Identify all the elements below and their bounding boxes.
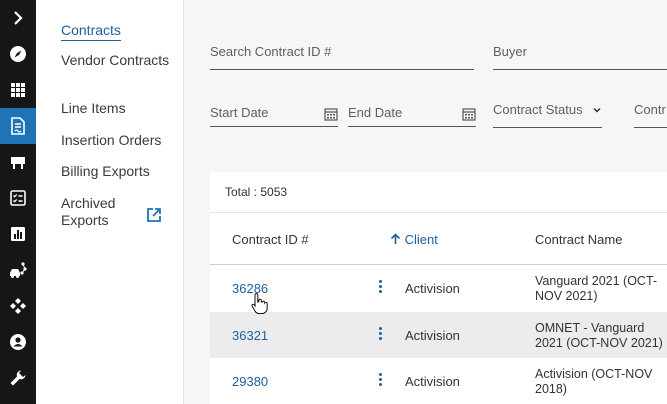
chevron-down-icon [593, 107, 601, 113]
rail-reports[interactable] [0, 216, 36, 252]
arrow-up-icon [390, 233, 401, 244]
hand-cursor-icon [251, 293, 268, 314]
rail-explore[interactable] [0, 36, 36, 72]
rail-tasks[interactable] [0, 180, 36, 216]
contract-name-cell: Activision (OCT-NOV 2018) [535, 367, 653, 396]
subnav-item-contracts[interactable]: Contracts [61, 22, 176, 41]
table-row[interactable]: 36321 Activision OMNET - Vanguard 2021 (… [210, 312, 667, 358]
compass-icon [10, 46, 26, 62]
end-date-input[interactable]: End Date [348, 105, 476, 127]
rail-contracts[interactable] [0, 108, 36, 144]
subnav-item-insertion-orders[interactable]: Insertion Orders [61, 132, 176, 149]
row-menu-icon[interactable] [375, 372, 385, 390]
subnav-item-billing-exports[interactable]: Billing Exports [61, 163, 176, 180]
rail-settings[interactable] [0, 360, 36, 396]
calendar-icon[interactable] [324, 107, 338, 121]
rail-integrations[interactable] [0, 288, 36, 324]
subnav-item-line-items[interactable]: Line Items [61, 100, 176, 117]
subnav-item-vendor-contracts[interactable]: Vendor Contracts [61, 52, 176, 69]
contract-name-cell: Vanguard 2021 (OCT-NOV 2021) [535, 274, 658, 303]
expand-nav-button[interactable] [0, 0, 36, 36]
contract-type-select[interactable]: Contr [634, 102, 667, 128]
wrench-icon [10, 370, 26, 386]
contracts-table: Total : 5053 Contract ID # Client Contra… [210, 172, 667, 404]
table-row[interactable]: 29380 Activision Activision (OCT-NOV 201… [210, 358, 667, 404]
rail-inventory[interactable] [0, 144, 36, 180]
rail-transit[interactable] [0, 252, 36, 288]
external-link-icon[interactable] [146, 207, 162, 223]
column-header-client[interactable]: Client [390, 232, 438, 247]
billboard-icon [11, 157, 25, 169]
client-cell: Activision [405, 281, 460, 296]
contract-status-select[interactable]: Contract Status [493, 102, 602, 128]
contracts-subnav: Contracts Vendor Contracts Line Items In… [36, 0, 184, 404]
diamond-arrows-icon [10, 298, 26, 314]
column-header-contract-id[interactable]: Contract ID # [232, 232, 309, 247]
buyer-input[interactable]: Buyer [493, 44, 667, 70]
table-row[interactable]: 36286 Activision Vanguard 2021 (OCT-NOV … [210, 265, 667, 311]
icon-rail [0, 0, 36, 404]
contract-name-cell: OMNET - Vanguard 2021 (OCT-NOV 2021) [535, 321, 663, 350]
car-network-icon [10, 262, 27, 278]
row-menu-icon[interactable] [375, 279, 385, 297]
rail-account[interactable] [0, 324, 36, 360]
contract-document-icon [11, 117, 25, 135]
grid-icon [11, 83, 25, 97]
calendar-icon[interactable] [462, 107, 476, 121]
divider [210, 212, 667, 213]
contract-id-link[interactable]: 29380 [232, 374, 268, 389]
row-menu-icon[interactable] [375, 326, 385, 344]
bar-chart-icon [11, 227, 25, 241]
search-contract-input[interactable]: Search Contract ID # [210, 44, 474, 70]
total-count: Total : 5053 [225, 185, 288, 199]
column-header-contract-name[interactable]: Contract Name [535, 232, 622, 247]
client-cell: Activision [405, 374, 460, 389]
subnav-item-archived-exports[interactable]: Archived Exports [61, 195, 141, 229]
rail-dashboard[interactable] [0, 72, 36, 108]
client-cell: Activision [405, 328, 460, 343]
chevron-right-icon [14, 11, 23, 25]
start-date-input[interactable]: Start Date [210, 105, 338, 127]
contract-id-link[interactable]: 36321 [232, 328, 268, 343]
checklist-icon [10, 190, 26, 206]
user-circle-icon [10, 334, 26, 350]
